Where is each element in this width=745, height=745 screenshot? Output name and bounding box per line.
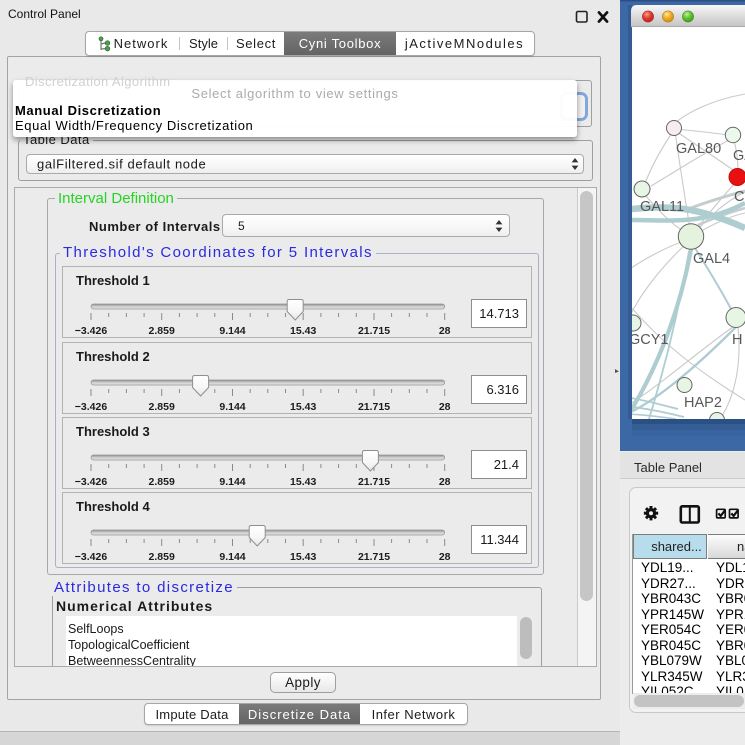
- svg-text:15.43: 15.43: [290, 551, 316, 563]
- svg-text:2.859: 2.859: [149, 551, 175, 563]
- svg-text:HAP2: HAP2: [684, 395, 722, 411]
- svg-text:15.43: 15.43: [290, 476, 316, 488]
- svg-text:C: C: [734, 189, 744, 205]
- svg-text:GCY1: GCY1: [629, 332, 669, 348]
- svg-text:H: H: [732, 332, 742, 348]
- svg-text:21.715: 21.715: [358, 325, 390, 337]
- svg-text:15.43: 15.43: [290, 401, 316, 413]
- svg-text:28: 28: [439, 401, 451, 413]
- svg-text:28: 28: [439, 325, 451, 337]
- svg-text:−3.426: −3.426: [75, 476, 108, 488]
- svg-text:GA: GA: [733, 148, 745, 164]
- svg-text:2.859: 2.859: [149, 476, 175, 488]
- svg-text:−3.426: −3.426: [75, 401, 108, 413]
- svg-text:9.144: 9.144: [219, 325, 245, 337]
- svg-text:9.144: 9.144: [219, 476, 245, 488]
- svg-text:GAL4: GAL4: [693, 251, 730, 267]
- svg-text:GAL11: GAL11: [640, 199, 684, 215]
- svg-text:21.715: 21.715: [358, 401, 390, 413]
- svg-text:2.859: 2.859: [149, 401, 175, 413]
- svg-text:21.715: 21.715: [358, 476, 390, 488]
- svg-text:−3.426: −3.426: [75, 551, 108, 563]
- svg-text:2.859: 2.859: [149, 325, 175, 337]
- svg-text:28: 28: [439, 551, 451, 563]
- svg-text:9.144: 9.144: [219, 551, 245, 563]
- svg-text:15.43: 15.43: [290, 325, 316, 337]
- svg-text:GAL80: GAL80: [676, 141, 721, 157]
- svg-text:28: 28: [439, 476, 451, 488]
- svg-text:−3.426: −3.426: [75, 325, 108, 337]
- svg-text:9.144: 9.144: [219, 401, 245, 413]
- svg-text:21.715: 21.715: [358, 551, 390, 563]
